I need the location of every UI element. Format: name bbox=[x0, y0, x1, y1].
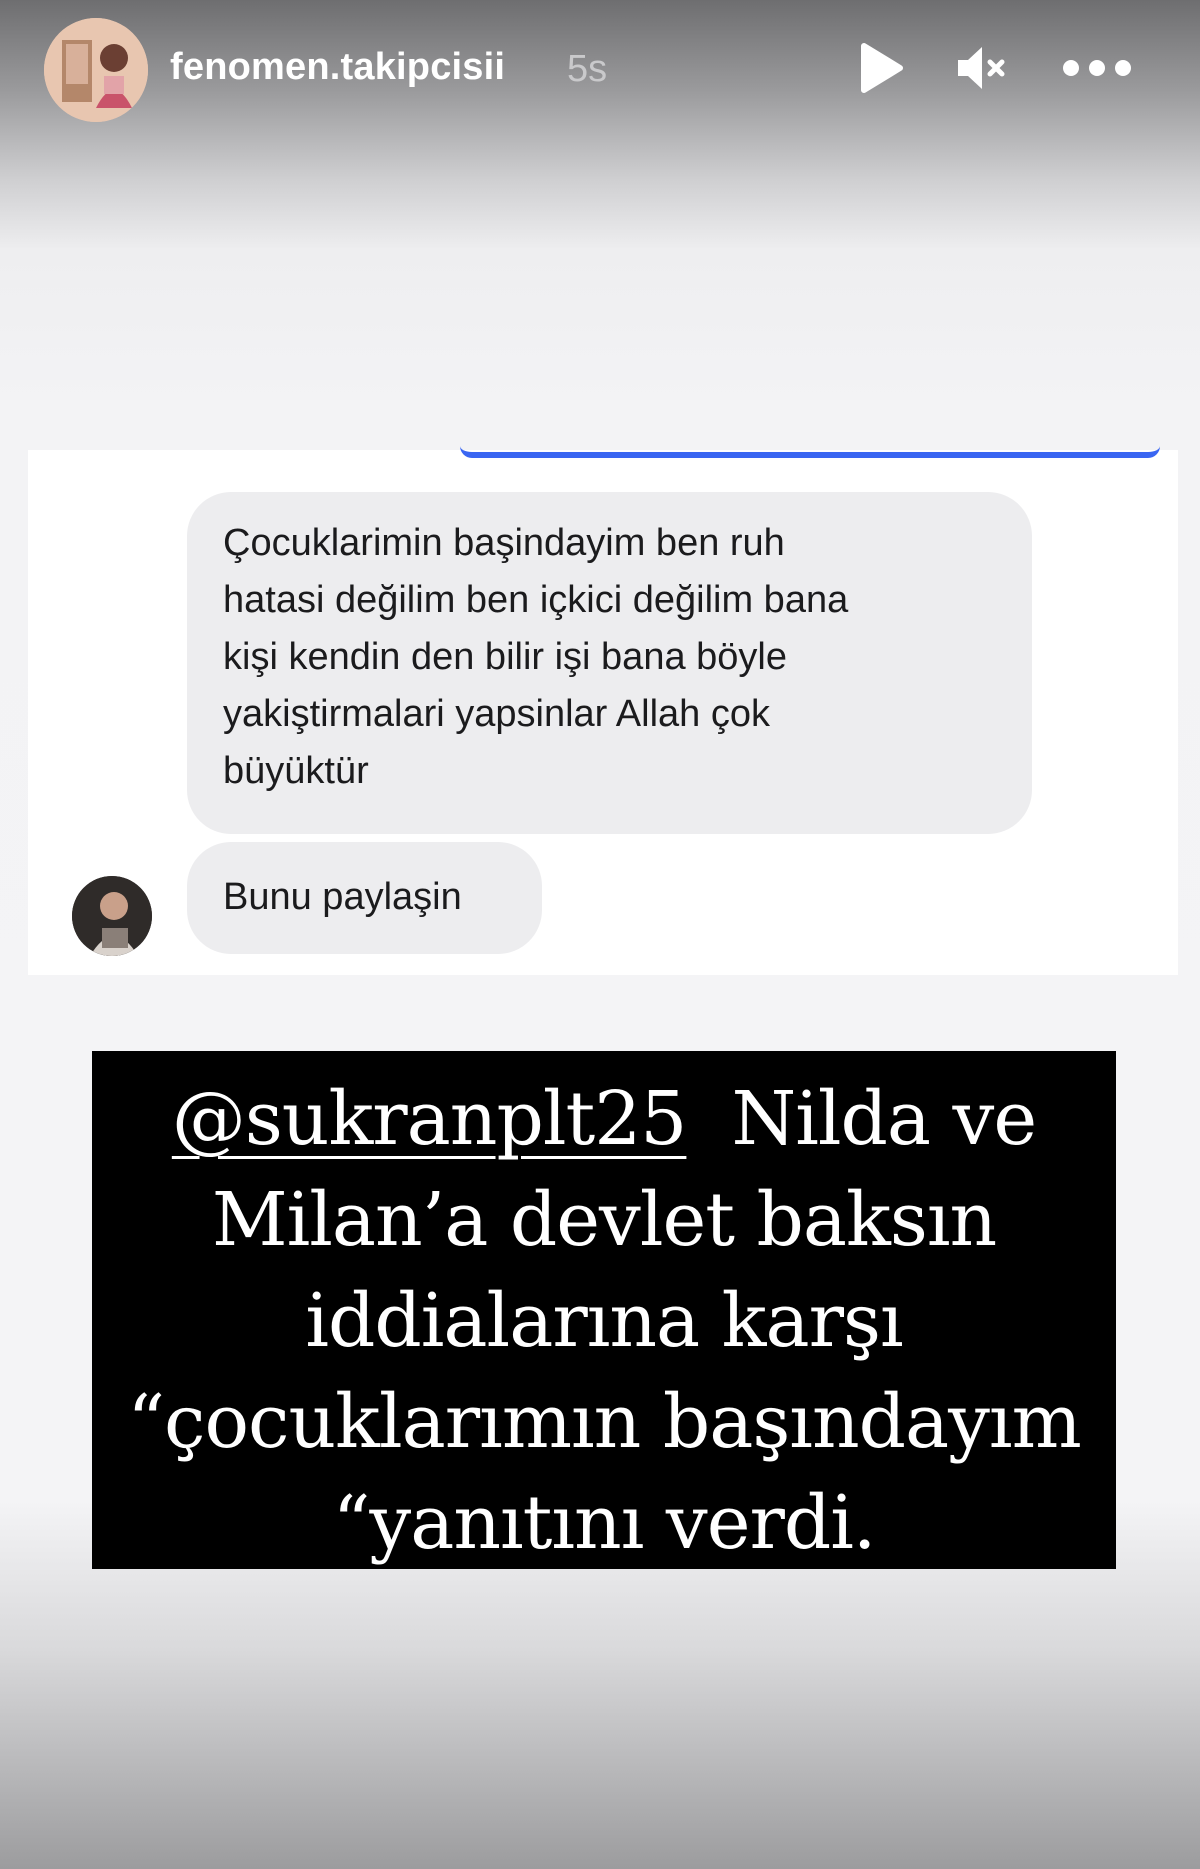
caption-line: Milan’a devlet baksın bbox=[211, 1177, 997, 1263]
story-username[interactable]: fenomen.takipcisii bbox=[170, 46, 505, 89]
sent-message-edge bbox=[460, 444, 1160, 458]
caption-line: “çocuklarımın başındayım bbox=[127, 1379, 1082, 1465]
message-line: büyüktür bbox=[223, 750, 369, 792]
story-viewer: fenomen.takipcisii 5s Çocuklarimin başin… bbox=[0, 0, 1200, 1869]
mute-button[interactable] bbox=[952, 40, 1008, 96]
story-header: fenomen.takipcisii 5s bbox=[0, 0, 1200, 140]
more-options-button[interactable] bbox=[1060, 40, 1134, 96]
message-line: kişi kendin den bilir işi bana böyle bbox=[223, 636, 787, 678]
more-icon bbox=[1063, 60, 1131, 76]
caption-line-1-rest: Nilda ve bbox=[731, 1076, 1037, 1162]
user-mention[interactable]: @sukranplt25 bbox=[172, 1076, 688, 1162]
profile-avatar[interactable] bbox=[44, 18, 148, 122]
caption-line: iddialarına karşı bbox=[305, 1278, 903, 1364]
story-caption: @sukranplt25 Nilda ve Milan’a devlet bak… bbox=[92, 1051, 1116, 1569]
caption-text: @sukranplt25 Nilda ve Milan’a devlet bak… bbox=[92, 1069, 1116, 1574]
caption-line: “yanıtını verdi. bbox=[332, 1480, 877, 1566]
story-timestamp: 5s bbox=[567, 48, 608, 90]
caption-line: @sukranplt25 Nilda ve bbox=[92, 1069, 1116, 1170]
mute-icon bbox=[958, 47, 1005, 89]
message-line: yakiştirmalari yapsinlar Allah çok bbox=[223, 693, 770, 735]
message-line: hatasi değilim ben içkici değilim bana bbox=[223, 579, 849, 621]
message-bubble: Çocuklarimin başindayim ben ruh hatasi d… bbox=[187, 492, 1032, 834]
message-bubble: Bunu paylaşin bbox=[187, 842, 542, 954]
play-icon bbox=[861, 43, 903, 93]
message-line: Çocuklarimin başindayim ben ruh bbox=[223, 522, 785, 564]
sender-avatar bbox=[72, 876, 152, 956]
message-text: Bunu paylaşin bbox=[223, 876, 462, 918]
play-button[interactable] bbox=[852, 40, 908, 96]
